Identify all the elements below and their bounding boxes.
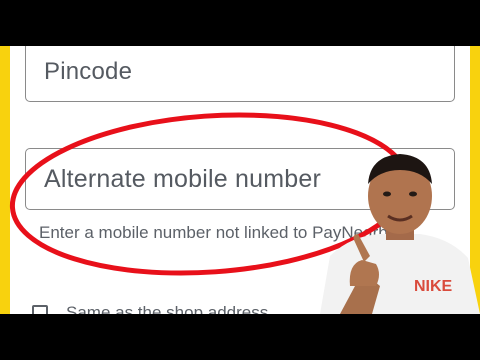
video-frame: Pincode Alternate mobile number Enter a … [0, 46, 480, 314]
presenter-image: NIKE [320, 154, 480, 314]
shirt-logo-text: NIKE [414, 278, 453, 295]
letterbox-bottom [0, 314, 480, 360]
